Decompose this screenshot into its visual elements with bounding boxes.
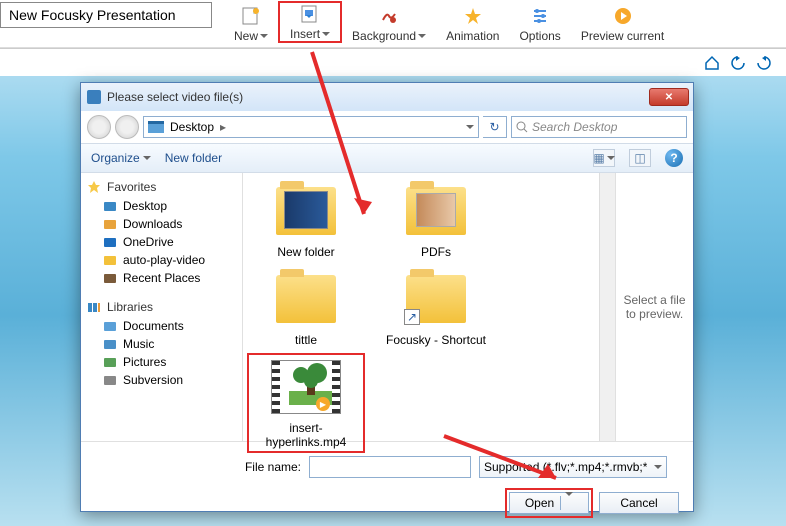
background-icon xyxy=(378,5,400,27)
folder-icon xyxy=(270,269,342,329)
search-icon xyxy=(516,121,528,133)
preview-label: Preview current xyxy=(581,29,664,43)
file-label: tittle xyxy=(295,333,317,347)
libraries-group[interactable]: Libraries xyxy=(83,297,240,317)
dialog-toolbar: Organize New folder ▦ ◫ ? xyxy=(81,143,693,173)
video-icon: ▶ xyxy=(270,357,342,417)
preview-button[interactable]: Preview current xyxy=(571,5,674,43)
redo-arrow-icon[interactable] xyxy=(756,55,772,71)
navigation-sidebar: Favorites DesktopDownloadsOneDriveauto-p… xyxy=(81,173,243,441)
folder-pdf-icon xyxy=(400,181,472,241)
new-icon xyxy=(240,5,262,27)
view-options-button[interactable]: ▦ xyxy=(593,149,615,167)
sidebar-item-auto-play-video[interactable]: auto-play-video xyxy=(83,251,240,269)
nav-forward-button[interactable] xyxy=(115,115,139,139)
file-item-insert-hyperlinks-mp4[interactable]: ▶ insert-hyperlinks.mp4 xyxy=(251,357,361,449)
favorites-group[interactable]: Favorites xyxy=(83,177,240,197)
animation-button[interactable]: Animation xyxy=(436,5,509,43)
options-button[interactable]: Options xyxy=(509,5,570,43)
search-input[interactable]: Search Desktop xyxy=(511,116,687,138)
address-dropdown-icon[interactable] xyxy=(466,125,474,129)
folder-icon xyxy=(270,181,342,241)
options-label: Options xyxy=(519,29,560,43)
file-label: insert-hyperlinks.mp4 xyxy=(251,421,361,449)
favorites-star-icon xyxy=(87,180,101,194)
file-label: PDFs xyxy=(421,245,451,259)
file-item-new-folder[interactable]: New folder xyxy=(251,181,361,259)
sidebar-item-music[interactable]: Music xyxy=(83,335,240,353)
canvas-toolbar xyxy=(0,48,786,76)
file-label: Focusky - Shortcut xyxy=(386,333,486,347)
preview-hint: Select a file to preview. xyxy=(622,293,687,321)
undo-arrow-icon[interactable] xyxy=(730,55,746,71)
sidebar-item-documents[interactable]: Documents xyxy=(83,317,240,335)
insert-icon xyxy=(299,3,321,25)
preview-pane-toggle[interactable]: ◫ xyxy=(629,149,651,167)
file-item-pdfs[interactable]: PDFs xyxy=(381,181,491,259)
background-label: Background xyxy=(352,29,416,43)
sidebar-item-desktop[interactable]: Desktop xyxy=(83,197,240,215)
new-label: New xyxy=(234,29,258,43)
sidebar-item-recent-places[interactable]: Recent Places xyxy=(83,269,240,287)
file-name-input[interactable] xyxy=(309,456,471,478)
animation-icon xyxy=(462,5,484,27)
file-item-tittle[interactable]: tittle xyxy=(251,269,361,347)
dialog-title: Please select video file(s) xyxy=(107,90,649,104)
animation-label: Animation xyxy=(446,29,499,43)
vertical-scrollbar[interactable] xyxy=(599,173,615,441)
insert-label: Insert xyxy=(290,27,320,41)
sidebar-item-onedrive[interactable]: OneDrive xyxy=(83,233,240,251)
file-open-dialog: Please select video file(s) ✕ Desktop ▸ … xyxy=(80,82,694,512)
address-text: Desktop xyxy=(170,120,214,134)
file-item-focusky-shortcut[interactable]: ↗ Focusky - Shortcut xyxy=(381,269,491,347)
presentation-title-input[interactable]: New Focusky Presentation xyxy=(0,2,212,28)
home-icon[interactable] xyxy=(704,55,720,71)
search-placeholder: Search Desktop xyxy=(532,120,617,134)
close-button[interactable]: ✕ xyxy=(649,88,689,106)
preview-icon xyxy=(612,5,634,27)
file-grid[interactable]: New folder PDFs tittle ↗ Focusky - Shortcut ▶… xyxy=(243,173,615,441)
breadcrumb-sep-icon: ▸ xyxy=(220,120,226,134)
dialog-app-icon xyxy=(87,90,101,104)
preview-pane: Select a file to preview. xyxy=(615,173,693,441)
shortcut-icon: ↗ xyxy=(400,269,472,329)
refresh-button[interactable]: ↻ xyxy=(483,116,507,138)
sidebar-item-downloads[interactable]: Downloads xyxy=(83,215,240,233)
nav-back-button[interactable] xyxy=(87,115,111,139)
chevron-down-icon xyxy=(654,465,662,469)
dialog-navbar: Desktop ▸ ↻ Search Desktop xyxy=(81,111,693,143)
new-folder-button[interactable]: New folder xyxy=(165,151,222,165)
desktop-icon xyxy=(148,121,164,133)
options-icon xyxy=(529,5,551,27)
file-type-filter[interactable]: Supported (*.flv;*.mp4;*.rmvb;* xyxy=(479,456,667,478)
file-label: New folder xyxy=(277,245,334,259)
insert-button[interactable]: Insert xyxy=(278,1,342,43)
background-button[interactable]: Background xyxy=(342,5,436,43)
help-icon[interactable]: ? xyxy=(665,149,683,167)
cancel-button[interactable]: Cancel xyxy=(599,492,679,514)
sidebar-item-subversion[interactable]: Subversion xyxy=(83,371,240,389)
file-name-label: File name: xyxy=(91,460,301,474)
organize-menu[interactable]: Organize xyxy=(91,151,151,165)
new-button[interactable]: New xyxy=(224,5,278,43)
dialog-titlebar: Please select video file(s) ✕ xyxy=(81,83,693,111)
dialog-footer: File name: Supported (*.flv;*.mp4;*.rmvb… xyxy=(81,441,693,524)
open-button[interactable]: Open xyxy=(509,492,589,514)
sidebar-item-pictures[interactable]: Pictures xyxy=(83,353,240,371)
libraries-icon xyxy=(87,300,101,314)
address-bar[interactable]: Desktop ▸ xyxy=(143,116,479,138)
